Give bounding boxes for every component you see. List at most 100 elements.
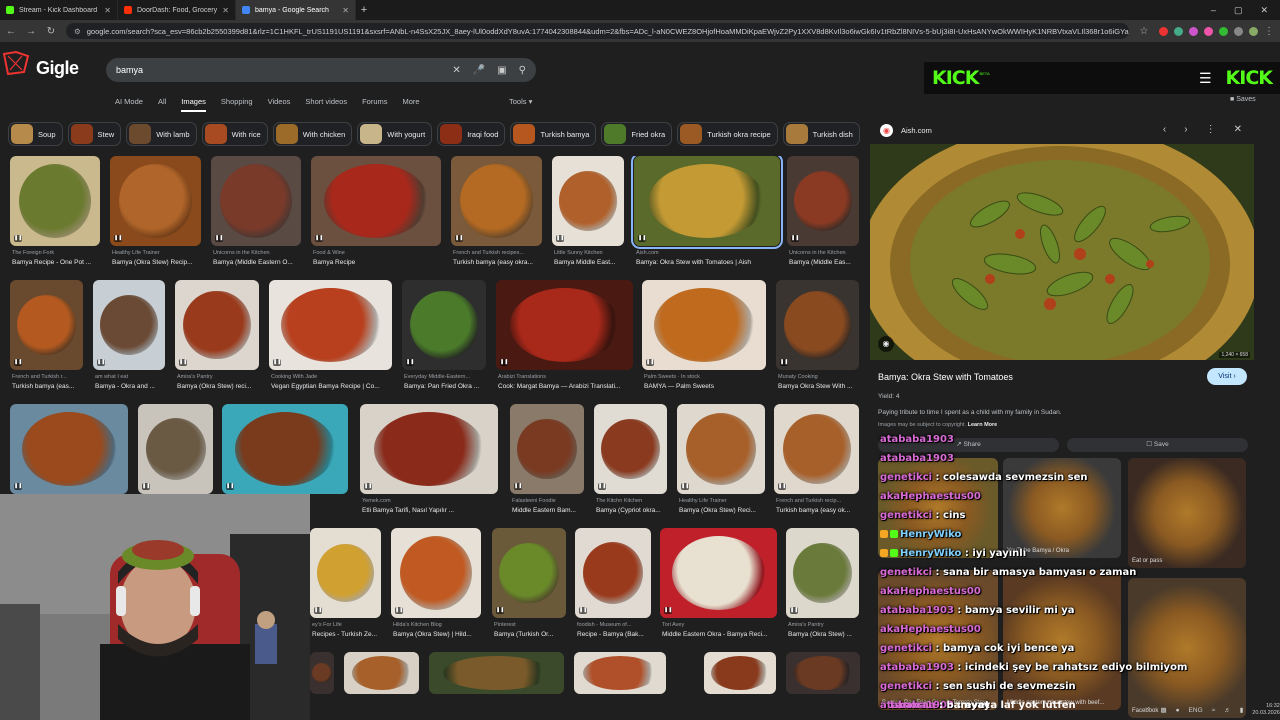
learn-more-link[interactable]: Learn More	[968, 422, 998, 428]
image-result[interactable]: ❚❚ Pinterest Bamya (Turkish Or...	[492, 528, 566, 648]
result-thumbnail[interactable]: ❚❚	[787, 156, 859, 246]
image-result[interactable]: ❚❚ The Kitchn Kitchen Bamya (Cypriot okra.…	[594, 404, 667, 524]
tab-close-icon[interactable]: ✕	[104, 6, 111, 15]
result-thumbnail[interactable]: ❚❚	[222, 404, 348, 494]
tab-more[interactable]: More	[403, 97, 420, 112]
result-thumbnail[interactable]: ❚❚	[510, 404, 584, 494]
result-thumbnail[interactable]: ❚❚	[496, 280, 633, 370]
clear-icon[interactable]: ✕	[452, 65, 460, 76]
mic-tray-icon[interactable]: ●	[1176, 707, 1180, 714]
result-title[interactable]: Bamya (Okra Stew) | Hild...	[393, 631, 483, 638]
tab-close-icon[interactable]: ✕	[222, 6, 229, 15]
result-thumbnail[interactable]: ❚❚	[10, 156, 100, 246]
image-result[interactable]: ❚❚ French and Turkish r... Turkish bamya (…	[10, 280, 83, 400]
result-thumbnail[interactable]	[786, 652, 860, 694]
result-title[interactable]: Bamya: Okra Stew with Tomatoes | Aish	[636, 259, 782, 266]
refinement-chip[interactable]: Iraqi food	[437, 122, 506, 146]
camera-icon[interactable]: ▣	[497, 65, 506, 76]
result-title[interactable]: Turkish bamya (easy ok...	[776, 507, 861, 514]
refinement-chip[interactable]: Soup	[8, 122, 63, 146]
refinement-chip[interactable]: With chicken	[272, 122, 353, 146]
result-thumbnail[interactable]: ❚❚	[391, 528, 481, 618]
browser-tab[interactable]: Stream - Kick Dashboard ✕	[0, 0, 118, 20]
result-thumbnail[interactable]: ❚❚	[776, 280, 859, 370]
preview-title[interactable]: Bamya: Okra Stew with Tomatoes	[878, 372, 1013, 382]
result-title[interactable]: Middle Eastern Bam...	[512, 507, 586, 514]
image-result[interactable]: ❚❚ Healthy Life Trainer Bamya (Okra Stew) …	[677, 404, 765, 524]
image-result[interactable]: ❚❚ Munaty Cooking Bamya Okra Stew With ...	[776, 280, 859, 400]
chevron-up-icon[interactable]: ⌃	[1146, 706, 1151, 714]
result-thumbnail[interactable]: ❚❚	[677, 404, 765, 494]
extension-icon[interactable]	[1189, 26, 1198, 36]
search-box[interactable]: bamya ✕ 🎤 ▣ ⚲	[106, 58, 536, 82]
result-thumbnail[interactable]: ❚❚	[211, 156, 301, 246]
image-result[interactable]: ❚❚ French and Turkish recipes... Turkish b…	[451, 156, 542, 276]
url-field[interactable]: ⚙ google.com/search?sca_esv=86cb2b255039…	[66, 23, 1129, 39]
restore-icon[interactable]: ▢	[1234, 5, 1243, 16]
image-result[interactable]	[310, 652, 334, 720]
extension-icon[interactable]	[1174, 26, 1183, 36]
extension-icon[interactable]	[1204, 26, 1213, 36]
network-icon[interactable]: ▩	[1160, 706, 1166, 714]
refinement-chip[interactable]: With lamb	[126, 122, 197, 146]
result-thumbnail[interactable]	[344, 652, 419, 694]
image-result[interactable]: ❚❚ Unicorns in the Kitchen Bamya (Middle E…	[787, 156, 859, 276]
result-thumbnail[interactable]: ❚❚	[642, 280, 766, 370]
browser-tab[interactable]: bamya - Google Search ✕	[236, 0, 356, 20]
image-result[interactable]	[429, 652, 564, 720]
site-info-icon[interactable]: ⚙	[74, 27, 81, 36]
refinement-chip[interactable]: With yogurt	[357, 122, 433, 146]
image-result[interactable]: ❚❚ am what I eat Bamya - Okra and ...	[93, 280, 165, 400]
result-thumbnail[interactable]: ❚❚	[138, 404, 213, 494]
result-thumbnail[interactable]: ❚❚	[575, 528, 651, 618]
image-result[interactable]: ❚❚ Hilda's Kitchen Blog Bamya (Okra Stew) …	[391, 528, 481, 648]
image-result[interactable]	[574, 652, 666, 720]
result-title[interactable]: Cook: Margat Bamya — Arabizi Translati..…	[498, 383, 635, 390]
tools-button[interactable]: Tools ▾	[509, 97, 532, 106]
image-result[interactable]: ❚❚ The Foreign Fork Bamya Recipe - One Pot…	[10, 156, 100, 276]
result-title[interactable]: Bamya (Okra Stew) ...	[788, 631, 861, 638]
saves-link[interactable]: ■ Saves	[1230, 96, 1256, 103]
result-title[interactable]: Bamya Okra Stew With ...	[778, 383, 861, 390]
refinement-chip[interactable]: Turkish bamya	[510, 122, 597, 146]
image-result[interactable]	[704, 652, 776, 720]
result-title[interactable]: Bamya (Okra Stew) Recip...	[112, 259, 203, 266]
result-thumbnail[interactable]	[310, 652, 334, 694]
more-options-icon[interactable]: ⋮	[1206, 124, 1216, 135]
result-title[interactable]: Recipes - Turkish Ze...	[312, 631, 383, 638]
result-thumbnail[interactable]: ❚❚	[10, 404, 128, 494]
back-icon[interactable]: ←	[6, 26, 16, 37]
result-title[interactable]: Bamya Middle East...	[554, 259, 626, 266]
image-result[interactable]: ❚❚ Amira's Pantry Bamya (Okra Stew) ...	[786, 528, 859, 648]
result-title[interactable]: Recipe - Bamya (Bak...	[577, 631, 653, 638]
image-result[interactable]: ❚❚ Tori Avey Middle Eastern Okra - Bamya R…	[660, 528, 777, 648]
result-title[interactable]: Bamya (Turkish Or...	[494, 631, 568, 638]
hamburger-menu-icon[interactable]: ☰	[1199, 70, 1212, 87]
result-thumbnail[interactable]: ❚❚	[269, 280, 392, 370]
result-thumbnail[interactable]	[704, 652, 776, 694]
visit-button[interactable]: Visit ›	[1207, 368, 1247, 385]
minimize-icon[interactable]: –	[1211, 5, 1216, 16]
result-thumbnail[interactable]: ❚❚	[594, 404, 667, 494]
refinement-chip[interactable]: Fried okra	[601, 122, 673, 146]
result-thumbnail[interactable]: ❚❚	[310, 528, 381, 618]
result-title[interactable]: Turkish bamya (eas...	[12, 383, 85, 390]
search-input[interactable]: bamya	[116, 65, 440, 75]
reload-icon[interactable]: ↻	[46, 26, 56, 37]
image-result[interactable]: ❚❚ Little Sunny Kitchen Bamya Middle East.…	[552, 156, 624, 276]
image-result[interactable]	[786, 652, 860, 720]
result-thumbnail[interactable]: ❚❚	[10, 280, 83, 370]
result-title[interactable]: Vegan Egyptian Bamya Recipe | Co...	[271, 383, 394, 390]
image-result[interactable]: ❚❚ Falasteeni Foodie Middle Eastern Bam...	[510, 404, 584, 524]
tab-close-icon[interactable]: ✕	[342, 6, 349, 15]
volume-icon[interactable]: ♬	[1224, 707, 1231, 714]
result-title[interactable]: Bamya (Middle Eastern O...	[213, 259, 303, 266]
result-thumbnail[interactable]: ❚❚	[402, 280, 486, 370]
search-icon[interactable]: ⚲	[519, 65, 526, 76]
tab-shopping[interactable]: Shopping	[221, 97, 253, 112]
image-result[interactable]: ❚❚ Everyday Middle-Eastern... Bamya: Pan F…	[402, 280, 486, 400]
image-result[interactable]: ❚❚ Unicorns in the Kitchen Bamya (Middle E…	[211, 156, 301, 276]
image-result[interactable]: ❚❚ ey's For Life Recipes - Turkish Ze...	[310, 528, 381, 648]
image-result[interactable]: ❚❚ Arabizi Translations Cook: Margat Bamya…	[496, 280, 633, 400]
result-thumbnail[interactable]: ❚❚	[175, 280, 259, 370]
